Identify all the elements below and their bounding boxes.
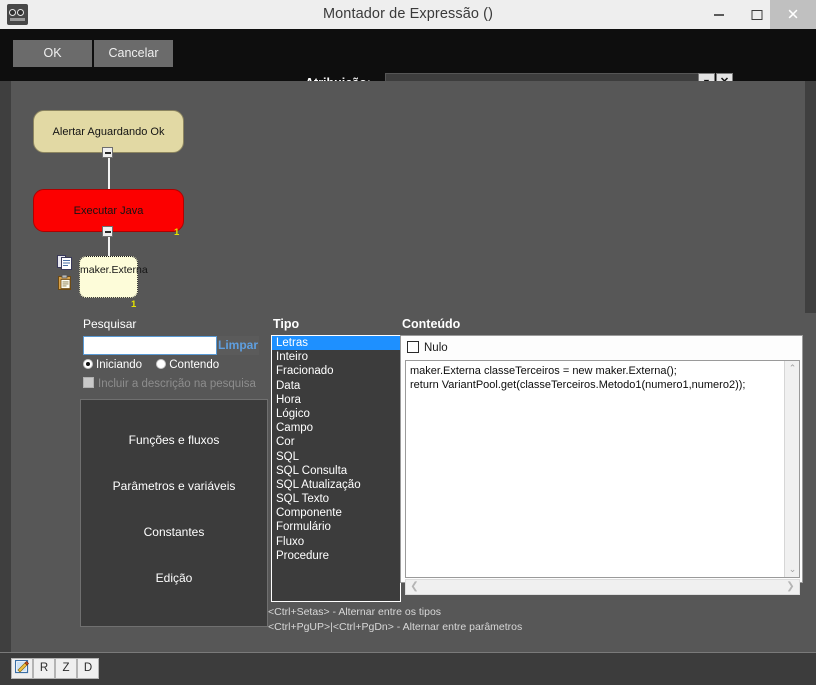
flow-node-count: 1 — [131, 299, 137, 310]
expression-builder-window: Montador de Expressão () ✕ OK Cancelar A… — [0, 0, 816, 685]
tipo-list-item[interactable]: Hora — [272, 393, 400, 407]
diagram-canvas: Alertar Aguardando Ok Executar Java 1 ma… — [0, 81, 816, 653]
tipo-list-item[interactable]: Campo — [272, 421, 400, 435]
ok-button[interactable]: OK — [13, 40, 92, 67]
tipo-list-item[interactable]: Formulário — [272, 520, 400, 534]
scroll-up-icon[interactable]: ⌃ — [785, 361, 799, 376]
radio-dot-icon — [156, 359, 167, 369]
close-icon: ✕ — [786, 6, 800, 23]
radio-iniciando-label: Iniciando — [96, 359, 143, 371]
taskbar-button-editor[interactable] — [11, 658, 33, 679]
edit-pencil-icon — [14, 659, 29, 674]
checkbox-icon — [407, 341, 419, 353]
tipo-list-item[interactable]: SQL — [272, 450, 400, 464]
checkbox-icon — [83, 377, 94, 388]
window-title: Montador de Expressão () — [322, 6, 494, 22]
tipo-list-item[interactable]: Cor — [272, 435, 400, 449]
accordion-item-constantes[interactable]: Constantes — [81, 525, 267, 539]
expression-editor-panel: Pesquisar Limpar Iniciando Contendo Incl… — [68, 313, 816, 653]
tipo-list-item[interactable]: Fluxo — [272, 535, 400, 549]
collapse-toggle-icon[interactable] — [102, 226, 113, 237]
horizontal-scrollbar[interactable]: ❮ ❯ — [405, 579, 800, 595]
tipo-list-item[interactable]: SQL Consulta — [272, 464, 400, 478]
cancel-button[interactable]: Cancelar — [94, 40, 173, 67]
tipo-header: Tipo — [273, 317, 300, 331]
search-group: Pesquisar Limpar Iniciando Contendo Incl… — [79, 313, 273, 628]
taskbar-button-d[interactable]: D — [77, 658, 99, 679]
close-button[interactable]: ✕ — [770, 0, 816, 29]
tipo-list-item[interactable]: SQL Atualização — [272, 478, 400, 492]
taskbar-button-z[interactable]: Z — [55, 658, 77, 679]
code-editor[interactable]: maker.Externa classeTerceiros = new make… — [405, 360, 800, 578]
nulo-label: Nulo — [424, 342, 448, 354]
flow-node-maker-externa[interactable]: maker.Externa — [79, 256, 148, 298]
accordion-item-edicao[interactable]: Edição — [81, 571, 267, 585]
taskbar: R Z D — [0, 652, 816, 685]
tipo-list-item[interactable]: Lógico — [272, 407, 400, 421]
tipo-list-item[interactable]: Data — [272, 379, 400, 393]
paste-icon[interactable] — [57, 274, 74, 291]
clear-search-button[interactable]: Limpar — [217, 336, 259, 355]
include-description-checkbox: Incluir a descrição na pesquisa — [83, 377, 256, 390]
scroll-left-icon[interactable]: ❮ — [407, 580, 422, 594]
tipo-list-item[interactable]: SQL Texto — [272, 492, 400, 506]
vertical-scrollbar[interactable]: ⌃ ⌄ — [784, 361, 799, 577]
radio-contendo[interactable]: Contendo — [156, 359, 219, 371]
tipo-group: Tipo Letras Inteiro Fracionado Data Hora Lógi… — [268, 313, 403, 628]
category-accordion: Funções e fluxos Parâmetros e variáveis … — [80, 399, 268, 627]
radio-contendo-label: Contendo — [169, 359, 220, 371]
title-bar: Montador de Expressão () ✕ — [0, 0, 816, 30]
maximize-icon — [751, 9, 763, 20]
nulo-checkbox[interactable]: Nulo — [407, 341, 448, 354]
taskbar-button-r[interactable]: R — [33, 658, 55, 679]
conteudo-box: Nulo maker.Externa classeTerceiros = new… — [400, 335, 803, 595]
hint-line-2: <Ctrl+PgUP>|<Ctrl+PgDn> - Alternar entre… — [268, 621, 523, 633]
flow-diagram: Alertar Aguardando Ok Executar Java 1 ma… — [11, 81, 291, 311]
conteudo-group: Conteúdo Nulo maker.Externa classeTercei… — [398, 313, 806, 628]
search-mode-radio-group: Iniciando Contendo — [83, 359, 230, 371]
tipo-list-item[interactable]: Inteiro — [272, 350, 400, 364]
tipo-listbox[interactable]: Letras Inteiro Fracionado Data Hora Lógico Cam… — [271, 335, 401, 602]
hint-line-1: <Ctrl+Setas> - Alternar entre os tipos — [268, 606, 442, 618]
conteudo-header: Conteúdo — [402, 317, 461, 331]
collapse-toggle-icon[interactable] — [102, 147, 113, 158]
minimize-button[interactable] — [700, 0, 738, 29]
copy-icon[interactable] — [57, 254, 74, 271]
tipo-list-item[interactable]: Fracionado — [272, 364, 400, 378]
connector-line — [108, 153, 110, 190]
tipo-list-item[interactable]: Letras — [272, 336, 400, 351]
accordion-item-funcoes-e-fluxos[interactable]: Funções e fluxos — [81, 433, 267, 447]
tipo-list-item[interactable]: Componente — [272, 506, 400, 520]
toolbar: OK Cancelar Atribuição: ▼ ✕ — [0, 29, 816, 92]
code-text: maker.Externa classeTerceiros = new make… — [410, 365, 746, 391]
flow-node-count: 1 — [174, 227, 180, 238]
minimize-icon — [714, 13, 724, 16]
search-input[interactable] — [83, 336, 217, 355]
search-label: Pesquisar — [83, 317, 137, 331]
scroll-down-icon[interactable]: ⌄ — [785, 562, 799, 577]
tipo-list-item[interactable]: Procedure — [272, 549, 400, 563]
radio-iniciando[interactable]: Iniciando — [83, 359, 142, 371]
scroll-right-icon[interactable]: ❯ — [783, 580, 798, 594]
accordion-item-parametros-e-variaveis[interactable]: Parâmetros e variáveis — [81, 479, 267, 493]
keyboard-hints: <Ctrl+Setas> - Alternar entre os tipos <… — [268, 605, 798, 634]
include-description-label: Incluir a descrição na pesquisa — [98, 378, 256, 390]
radio-dot-icon — [83, 359, 93, 369]
